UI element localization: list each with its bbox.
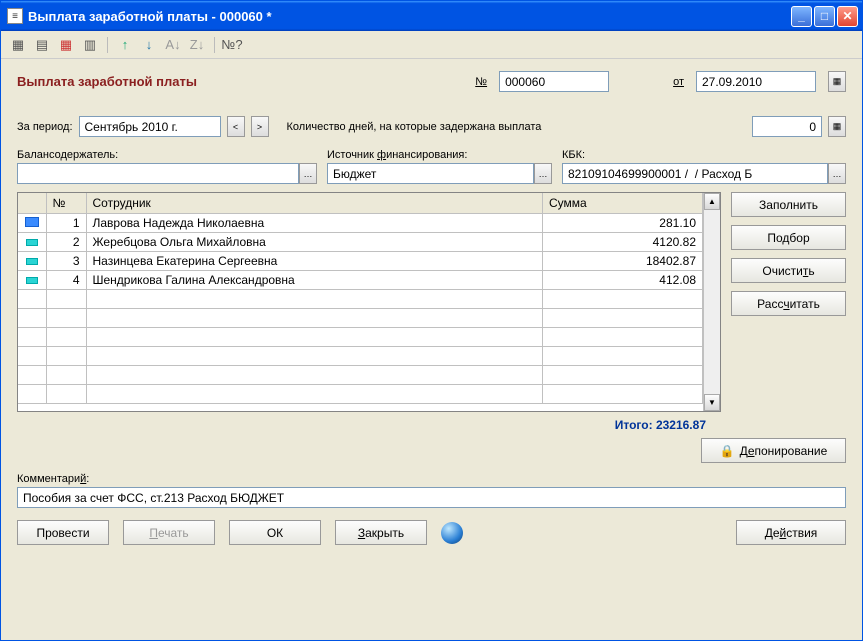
table-header-row: № Сотрудник Сумма (18, 193, 703, 214)
app-window: ≡ Выплата заработной платы - 000060 * _ … (0, 0, 863, 641)
total-value: 23216.87 (656, 418, 706, 432)
table-scrollbar[interactable]: ▲ ▼ (703, 193, 720, 411)
clear-button[interactable]: Очистить (731, 258, 846, 283)
kbk-label: КБК: (562, 149, 846, 161)
col-employee[interactable]: Сотрудник (86, 193, 543, 214)
titlebar: ≡ Выплата заработной платы - 000060 * _ … (1, 1, 862, 31)
help-icon[interactable]: №? (223, 36, 241, 54)
col-amount[interactable]: Сумма (543, 193, 703, 214)
grid1-icon[interactable]: ▦ (9, 36, 27, 54)
source-input[interactable] (327, 163, 534, 184)
lock-icon: 🔒 (720, 444, 735, 458)
close-form-button[interactable]: Закрыть (335, 520, 427, 545)
period-prev-button[interactable]: < (227, 116, 245, 137)
maximize-button[interactable]: □ (814, 6, 835, 27)
side-buttons: Заполнить Подбор Очистить Рассчитать (731, 192, 846, 412)
days-input[interactable] (752, 116, 822, 137)
scroll-down-icon[interactable]: ▼ (704, 394, 720, 411)
row-status-icon (26, 258, 38, 265)
table-row[interactable] (18, 385, 703, 404)
scroll-up-icon[interactable]: ▲ (704, 193, 720, 210)
calculate-button[interactable]: Рассчитать (731, 291, 846, 316)
grid2-icon[interactable]: ▤ (33, 36, 51, 54)
toolbar-sep2 (214, 37, 215, 53)
toolbar: ▦ ▤ ▦ ▥ ↑ ↓ A↓ Z↓ №? (1, 31, 862, 59)
table-row[interactable] (18, 290, 703, 309)
col-num[interactable]: № (46, 193, 86, 214)
employee-table: № Сотрудник Сумма 1 Лаврова Надежда Нико… (17, 192, 721, 412)
table-row[interactable]: 1 Лаврова Надежда Николаевна 281.10 (18, 214, 703, 233)
main-area: № Сотрудник Сумма 1 Лаврова Надежда Нико… (17, 192, 846, 412)
table-row[interactable] (18, 366, 703, 385)
from-label: от (673, 76, 684, 88)
kbk-input[interactable] (562, 163, 828, 184)
scroll-track[interactable] (704, 210, 720, 394)
header-row: Выплата заработной платы № от ▦ (17, 71, 846, 92)
days-pick-icon[interactable]: ▦ (828, 116, 846, 137)
deposit-button[interactable]: 🔒 Депонирование (701, 438, 846, 463)
col-icon[interactable] (18, 193, 46, 214)
number-input[interactable] (499, 71, 609, 92)
kbk-group: КБК: … (562, 149, 846, 184)
period-row: За период: < > Количество дней, на котор… (17, 116, 846, 137)
row-status-icon (26, 239, 38, 246)
grid3-icon[interactable]: ▥ (81, 36, 99, 54)
doc-icon: ≡ (7, 8, 23, 24)
row-status-icon (26, 277, 38, 284)
total-label: Итого: (615, 418, 653, 432)
table-row[interactable]: 2 Жеребцова Ольга Михайловна 4120.82 (18, 233, 703, 252)
table-row[interactable]: 3 Назинцева Екатерина Сергеевна 18402.87 (18, 252, 703, 271)
balance-group: Балансодержатель: … (17, 149, 317, 184)
period-label: За период: (17, 121, 73, 133)
balance-label: Балансодержатель: (17, 149, 317, 161)
table-row[interactable]: 4 Шендрикова Галина Александровна 412.08 (18, 271, 703, 290)
days-label: Количество дней, на которые задержана вы… (287, 121, 542, 133)
table-row[interactable] (18, 347, 703, 366)
actions-button[interactable]: Действия (736, 520, 846, 545)
balance-lookup-button[interactable]: … (299, 163, 317, 184)
close-button[interactable]: ✕ (837, 6, 858, 27)
grid-del-icon[interactable]: ▦ (57, 36, 75, 54)
calendar-icon[interactable]: ▦ (828, 71, 846, 92)
table-row[interactable] (18, 309, 703, 328)
select-button[interactable]: Подбор (731, 225, 846, 250)
sort-desc-icon[interactable]: Z↓ (188, 36, 206, 54)
fields-row: Балансодержатель: … Источник финансирова… (17, 149, 846, 184)
kbk-lookup-button[interactable]: … (828, 163, 846, 184)
period-next-button[interactable]: > (251, 116, 269, 137)
source-label: Источник финансирования: (327, 149, 552, 161)
source-lookup-button[interactable]: … (534, 163, 552, 184)
doc-heading: Выплата заработной платы (17, 74, 463, 89)
minimize-button[interactable]: _ (791, 6, 812, 27)
ok-button[interactable]: ОК (229, 520, 321, 545)
toolbar-sep (107, 37, 108, 53)
deposit-row: 🔒 Депонирование (17, 438, 846, 463)
globe-icon[interactable] (441, 522, 463, 544)
comment-label: Комментарий: (17, 473, 89, 485)
fill-button[interactable]: Заполнить (731, 192, 846, 217)
window-title: Выплата заработной платы - 000060 * (28, 9, 791, 24)
total-row: Итого: 23216.87 (17, 412, 846, 438)
arrow-down-icon[interactable]: ↓ (140, 36, 158, 54)
number-label: № (475, 76, 487, 88)
row-status-icon (25, 217, 39, 227)
sort-asc-icon[interactable]: A↓ (164, 36, 182, 54)
table-row[interactable] (18, 328, 703, 347)
post-button[interactable]: Провести (17, 520, 109, 545)
footer-buttons: Провести Печать ОК Закрыть Действия (17, 520, 846, 545)
comment-block: Комментарий: (17, 473, 846, 508)
source-group: Источник финансирования: … (327, 149, 552, 184)
period-input[interactable] (79, 116, 221, 137)
date-input[interactable] (696, 71, 816, 92)
balance-input[interactable] (17, 163, 299, 184)
arrow-up-icon[interactable]: ↑ (116, 36, 134, 54)
form-content: Выплата заработной платы № от ▦ За перио… (1, 59, 862, 555)
print-button[interactable]: Печать (123, 520, 215, 545)
comment-input[interactable] (17, 487, 846, 508)
